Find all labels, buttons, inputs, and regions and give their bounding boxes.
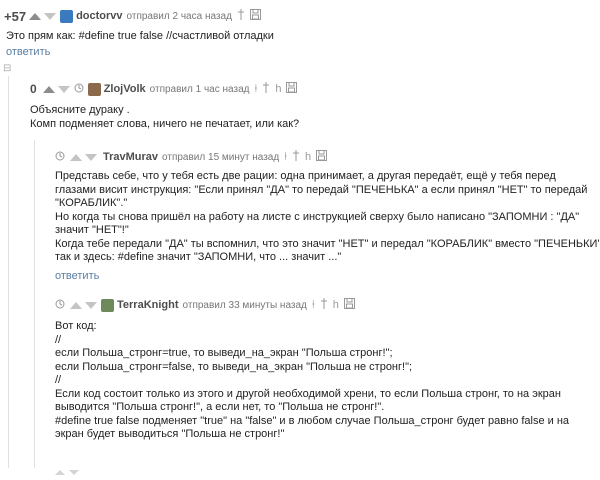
upvote-arrow-icon <box>70 154 82 161</box>
downvote-button[interactable] <box>57 80 70 98</box>
comment-timestamp[interactable]: отправил 15 минут назад <box>162 152 279 163</box>
comment-line: Вот код: <box>55 320 97 332</box>
upvote-arrow-icon <box>70 302 82 309</box>
avatar[interactable] <box>101 298 114 312</box>
comment-line: экран будет выводиться "Польша не стронг… <box>55 428 285 440</box>
reply-icon[interactable] <box>237 9 245 23</box>
save-icon[interactable] <box>343 298 355 312</box>
link-icon[interactable]: h <box>275 83 281 95</box>
comment-timestamp[interactable]: отправил 2 часа назад <box>127 11 232 22</box>
downvote-arrow-icon <box>57 86 70 93</box>
comment-body: Объясните дураку . Комп подменяет слова,… <box>30 104 299 131</box>
downvote-button[interactable] <box>85 148 97 166</box>
tag-icon[interactable]: ⍿ <box>312 299 315 311</box>
username[interactable]: TerraKnight <box>117 299 179 311</box>
downvote-button[interactable] <box>85 296 97 314</box>
avatar[interactable] <box>87 82 101 96</box>
reply-link[interactable]: ответить <box>6 46 50 58</box>
comment-header: +57 doctorvv отправил 2 часа назад <box>4 7 261 25</box>
reply-icon[interactable] <box>262 82 270 96</box>
comment-header: 0 ZlojVolk отправил 1 час назад ⍿ h <box>30 80 298 98</box>
comment-line: Но когда ты снова пришёл на работу на ли… <box>55 210 580 223</box>
comment-line: Комп подменяет слова, ничего не печатает… <box>30 117 300 130</box>
comment-line: если Польша_стронг=true, то выведи_на_эк… <box>55 347 393 359</box>
comment-timestamp[interactable]: отправил 33 минуты назад <box>183 300 307 311</box>
username[interactable]: TravMurav <box>103 151 158 163</box>
comment-line: так и здесь: #define значит "ЗАПОМНИ, чт… <box>55 251 342 263</box>
save-icon[interactable] <box>316 150 328 164</box>
upvote-button[interactable] <box>29 7 42 25</box>
comment-line: глазами висит инструкция: "Если принял "… <box>55 183 588 196</box>
upvote-button[interactable] <box>42 80 55 98</box>
comment-line: Когда тебе передали "ДА" ты вспомнил, чт… <box>55 237 600 250</box>
reply-link[interactable]: ответить <box>55 270 99 282</box>
clock-icon <box>55 151 65 164</box>
save-icon[interactable] <box>286 82 298 96</box>
comment-line: Если код состоит только из этого и друго… <box>55 387 561 400</box>
reply-icon[interactable] <box>292 150 300 164</box>
comment-line: "КОРАБЛИК"." <box>55 197 128 209</box>
link-icon[interactable]: h <box>333 299 339 311</box>
comment-line: // <box>55 374 62 386</box>
comment-timestamp[interactable]: отправил 1 час назад <box>150 84 250 95</box>
avatar[interactable] <box>60 9 74 23</box>
thread-line[interactable] <box>34 140 35 468</box>
upvote-arrow-icon <box>29 13 42 20</box>
comment-line: Представь себе, что у тебя есть две раци… <box>55 170 556 182</box>
comment-rating: +57 <box>4 8 27 24</box>
comment-line: Объясните дураку . <box>30 104 130 116</box>
reply-icon[interactable] <box>320 298 328 312</box>
downvote-button[interactable] <box>44 7 57 25</box>
comment-line: если Польша_стронг=false, то выведи_на_э… <box>55 360 413 373</box>
link-icon[interactable]: h <box>305 151 311 163</box>
comment-line: #define true false подменяет "true" на "… <box>55 414 570 427</box>
upvote-arrow-icon <box>42 86 55 93</box>
clock-icon <box>55 299 65 312</box>
downvote-arrow-icon <box>44 13 57 20</box>
thread-line[interactable] <box>8 76 9 468</box>
username[interactable]: ZlojVolk <box>104 83 146 95</box>
comment-line: выводится "Польша стронг!", а если нет, … <box>55 401 385 413</box>
downvote-arrow-icon <box>85 154 97 161</box>
comment-body: Это прям как: #define true false //счаст… <box>6 30 274 44</box>
upvote-button[interactable] <box>70 148 82 166</box>
comment-rating: 0 <box>30 82 37 96</box>
downvote-arrow-icon <box>85 302 97 309</box>
comment-header: TravMurav отправил 15 минут назад ⍿ h <box>55 148 328 166</box>
comment-line: // <box>55 333 62 346</box>
tag-icon[interactable]: ⍿ <box>284 151 287 163</box>
username[interactable]: doctorvv <box>76 10 122 22</box>
clock-icon <box>74 83 84 96</box>
collapse-thread-icon[interactable]: ⊟ <box>3 64 11 74</box>
next-comment-arrows[interactable] <box>55 462 85 480</box>
comment-header: TerraKnight отправил 33 минуты назад ⍿ h <box>55 296 355 314</box>
tag-icon[interactable]: ⍿ <box>254 83 257 95</box>
save-icon[interactable] <box>249 9 261 23</box>
comment-line: Это прям как: #define true false //счаст… <box>6 30 274 42</box>
comment-body: Вот код: // если Польша_стронг=true, то … <box>55 320 569 442</box>
comment-body: Представь себе, что у тебя есть две раци… <box>55 170 600 265</box>
comment-line: значит "НЕТ"!" <box>55 224 129 236</box>
upvote-button[interactable] <box>70 296 82 314</box>
